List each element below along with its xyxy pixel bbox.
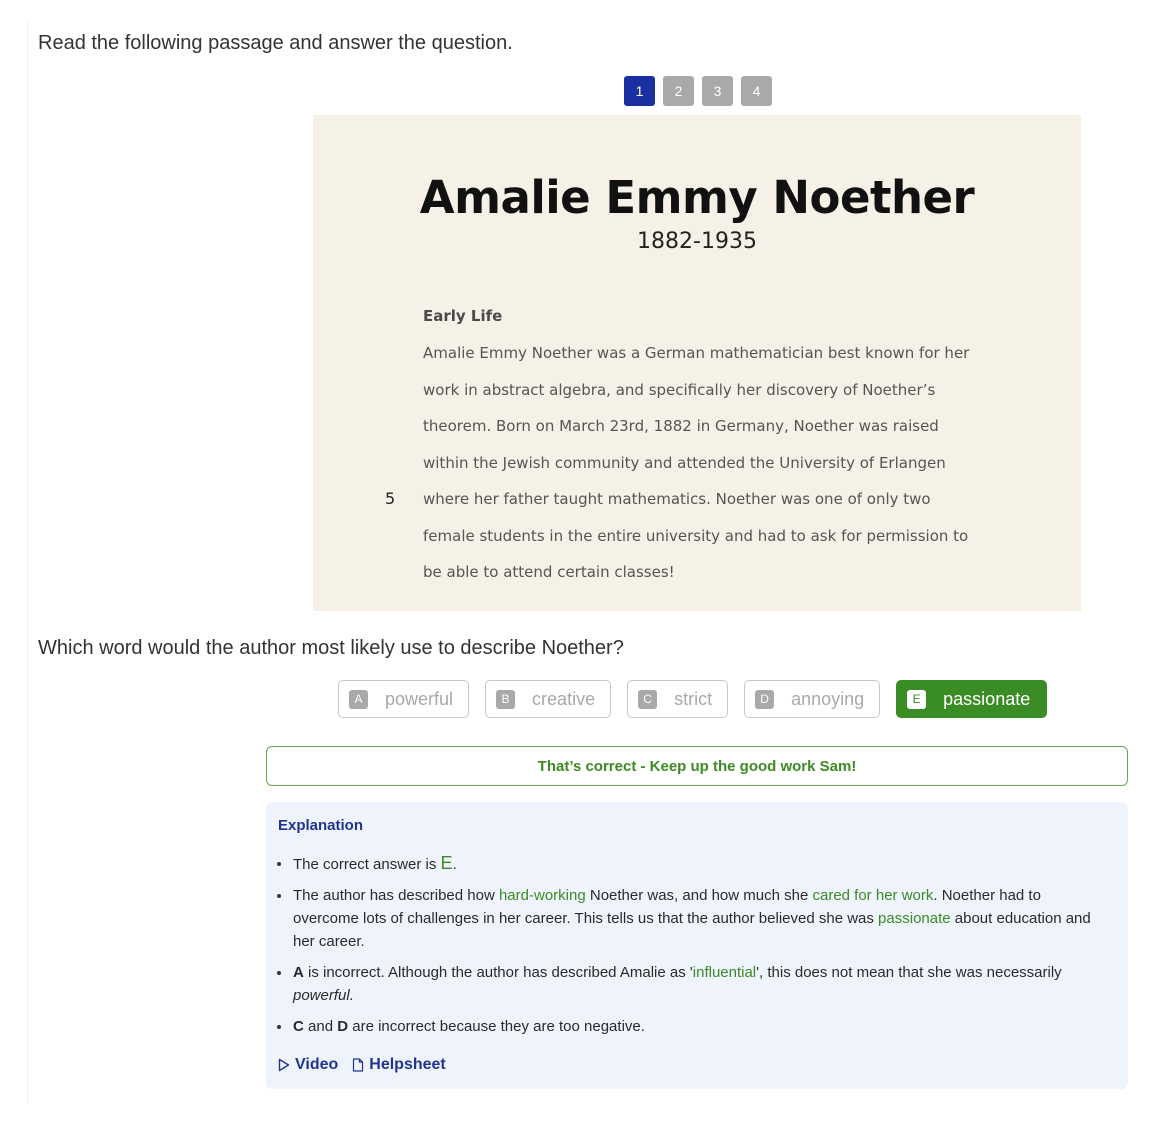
passage-line: be able to attend certain classes!	[423, 560, 1063, 597]
explanation-panel: Explanation The correct answer is E. The…	[266, 802, 1128, 1089]
bold-text: A	[293, 964, 304, 981]
option-e-button[interactable]: E passionate	[896, 680, 1048, 718]
line-text: work in abstract algebra, and specifical…	[423, 380, 936, 399]
option-letter-badge: C	[638, 689, 658, 709]
passage-line: within the Jewish community and attended…	[423, 451, 1063, 488]
explanation-list: The correct answer is E. The author has …	[277, 852, 1093, 1046]
bold-text: D	[337, 1018, 349, 1035]
page-button-3[interactable]: 3	[702, 76, 733, 106]
passage-section-heading: Early Life	[423, 307, 503, 325]
resource-links: Video Helpsheet	[278, 1056, 446, 1074]
option-label: passionate	[943, 688, 1031, 709]
line-text: within the Jewish community and attended…	[423, 453, 946, 472]
passage-line: 5 where her father taught mathematics. No…	[385, 487, 1063, 524]
option-c-button[interactable]: C strict	[627, 680, 729, 718]
correct-answer-letter: E	[440, 853, 453, 873]
passage-dates: 1882-1935	[637, 229, 757, 254]
line-text: be able to attend certain classes!	[423, 563, 675, 581]
explanation-bullet: A is incorrect. Although the author has …	[277, 961, 1093, 1007]
text: are incorrect because they are too negat…	[348, 1018, 645, 1035]
option-letter-badge: D	[755, 689, 775, 709]
italic-text: powerful.	[293, 987, 354, 1004]
text: The author has described how	[293, 887, 499, 904]
question-text: Which word would the author most likely …	[38, 637, 624, 659]
feedback-banner: That’s correct - Keep up the good work S…	[266, 746, 1128, 786]
passage-line: work in abstract algebra, and specifical…	[423, 378, 1063, 415]
instruction-text: Read the following passage and answer th…	[38, 32, 513, 54]
answer-options: A powerful B creative C strict D annoyin…	[338, 680, 1048, 718]
explanation-bullet: The author has described how hard-workin…	[277, 884, 1093, 953]
option-label: strict	[674, 688, 713, 709]
page-button-4[interactable]: 4	[741, 76, 772, 106]
explanation-title: Explanation	[278, 817, 364, 834]
passage-line: theorem. Born on March 23rd, 1882 in Ger…	[423, 414, 1063, 451]
option-letter-badge: B	[496, 689, 516, 709]
option-a-button[interactable]: A powerful	[338, 680, 470, 718]
option-label: creative	[532, 688, 596, 709]
line-text: Amalie Emmy Noether was a German mathema…	[423, 344, 970, 362]
page-button-1[interactable]: 1	[624, 76, 655, 106]
option-label: powerful	[385, 688, 454, 709]
text: is incorrect. Although the author has de…	[303, 964, 693, 981]
feedback-message: That’s correct - Keep up the good work S…	[537, 757, 857, 775]
line-text: theorem. Born on March 23rd, 1882 in Ger…	[423, 417, 939, 435]
passage-card: Amalie Emmy Noether 1882-1935 Early Life…	[313, 115, 1081, 611]
option-d-button[interactable]: D annoying	[744, 680, 881, 718]
video-link-label: Video	[295, 1056, 339, 1073]
line-text: female students in the entire university…	[423, 526, 969, 545]
highlight-text: influential	[692, 964, 757, 981]
text: Noether was, and how much she	[585, 887, 813, 904]
passage-body: Amalie Emmy Noether was a German mathema…	[385, 341, 1063, 597]
explanation-bullet: C and D are incorrect because they are t…	[277, 1015, 1093, 1038]
page-button-2[interactable]: 2	[663, 76, 694, 106]
play-icon	[278, 1058, 290, 1072]
helpsheet-link[interactable]: Helpsheet	[352, 1056, 446, 1074]
passage-pager: 1 2 3 4	[624, 76, 772, 106]
document-icon	[352, 1058, 364, 1072]
explanation-bullet: The correct answer is E.	[277, 852, 1093, 876]
passage-line: Amalie Emmy Noether was a German mathema…	[423, 341, 1063, 378]
text: .	[452, 856, 457, 873]
helpsheet-link-label: Helpsheet	[369, 1056, 446, 1073]
option-letter-badge: A	[349, 689, 368, 709]
option-label: annoying	[791, 688, 865, 709]
passage-title: Amalie Emmy Noether	[419, 171, 975, 224]
highlight-text: hard-working	[498, 887, 586, 904]
line-number: 5	[385, 489, 396, 508]
passage-line: female students in the entire university…	[423, 524, 1063, 561]
option-letter-badge: E	[907, 689, 927, 709]
highlight-text: passionate	[878, 910, 951, 927]
option-b-button[interactable]: B creative	[485, 680, 612, 718]
highlight-text: cared for her work	[812, 887, 934, 904]
line-text: where her father taught mathematics. Noe…	[423, 490, 931, 508]
video-link[interactable]: Video	[278, 1056, 338, 1074]
bold-text: C	[293, 1018, 304, 1035]
text: ', this does not mean that she was neces…	[756, 964, 1062, 981]
text: The correct answer is	[293, 856, 441, 873]
text: and	[303, 1018, 338, 1035]
